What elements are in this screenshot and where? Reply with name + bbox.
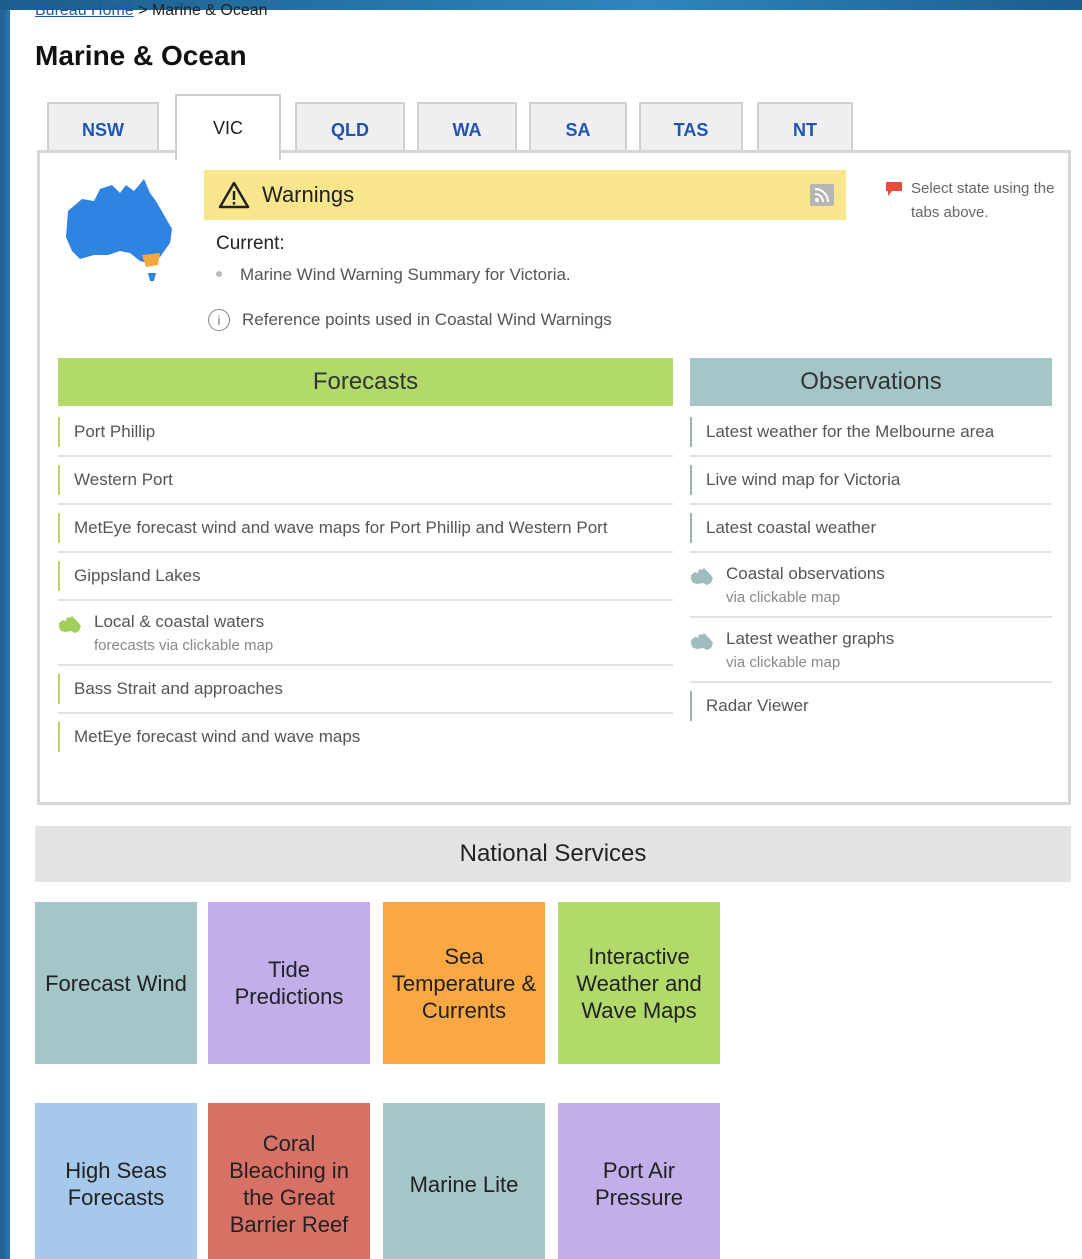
australia-map-icon bbox=[691, 633, 713, 650]
observation-sub: via clickable map bbox=[726, 589, 841, 606]
tile-marine-lite[interactable]: Marine Lite bbox=[383, 1103, 545, 1259]
page-title: Marine & Ocean bbox=[35, 40, 247, 71]
breadcrumb-separator: > bbox=[133, 2, 152, 19]
rss-icon[interactable] bbox=[810, 184, 834, 206]
list-item[interactable]: Latest weather for the Melbourne area bbox=[690, 409, 1052, 457]
item-bar bbox=[58, 417, 60, 447]
observation-link[interactable]: Latest weather graphs bbox=[726, 618, 1052, 654]
observation-sub: via clickable map bbox=[726, 654, 841, 671]
australia-map-icon bbox=[59, 616, 81, 633]
observations-heading: Observations bbox=[690, 358, 1052, 406]
observation-link[interactable]: Radar Viewer bbox=[706, 683, 1052, 729]
list-item[interactable]: Bass Strait and approaches bbox=[58, 666, 673, 714]
item-bar bbox=[58, 465, 60, 495]
tile-coral-bleaching[interactable]: Coral Bleaching in the Great Barrier Ree… bbox=[208, 1103, 370, 1259]
info-icon: i bbox=[208, 309, 230, 331]
item-bar bbox=[58, 513, 60, 543]
tab-sa[interactable]: SA bbox=[529, 102, 627, 157]
state-note: Select state using the tabs above. bbox=[885, 177, 1070, 225]
tile-port-air-pressure[interactable]: Port Air Pressure bbox=[558, 1103, 720, 1259]
forecasts-heading: Forecasts bbox=[58, 358, 673, 406]
forecast-link[interactable]: Bass Strait and approaches bbox=[74, 666, 673, 712]
tile-high-seas[interactable]: High Seas Forecasts bbox=[35, 1103, 197, 1259]
forecast-link[interactable]: Gippsland Lakes bbox=[74, 553, 673, 599]
list-item[interactable]: Latest weather graphs via clickable map bbox=[690, 618, 1052, 683]
warning-triangle-icon bbox=[218, 181, 250, 209]
bullet-icon bbox=[216, 271, 222, 277]
current-warning-item[interactable]: Marine Wind Warning Summary for Victoria… bbox=[216, 265, 571, 285]
forecast-link[interactable]: Western Port bbox=[74, 457, 673, 503]
current-warning-link[interactable]: Marine Wind Warning Summary for Victoria… bbox=[240, 265, 571, 284]
reference-points-link[interactable]: i Reference points used in Coastal Wind … bbox=[208, 309, 612, 331]
observation-link[interactable]: Coastal observations bbox=[726, 553, 1052, 589]
tab-wa[interactable]: WA bbox=[417, 102, 517, 157]
forecast-link[interactable]: Port Phillip bbox=[74, 409, 673, 455]
australia-map-icon bbox=[691, 568, 713, 585]
tab-tas[interactable]: TAS bbox=[639, 102, 743, 157]
tab-vic[interactable]: VIC bbox=[175, 94, 281, 160]
list-item[interactable]: Latest coastal weather bbox=[690, 505, 1052, 553]
item-bar bbox=[58, 561, 60, 591]
list-item[interactable]: MetEye forecast wind and wave maps for P… bbox=[58, 505, 673, 553]
item-bar bbox=[690, 417, 692, 447]
breadcrumb: Bureau Home > Marine & Ocean bbox=[35, 2, 268, 20]
list-item[interactable]: Port Phillip bbox=[58, 409, 673, 457]
state-panel: Warnings Select state using the tabs abo… bbox=[37, 150, 1071, 805]
list-item[interactable]: Radar Viewer bbox=[690, 683, 1052, 729]
list-item[interactable]: Local & coastal waters forecasts via cli… bbox=[58, 601, 673, 666]
tile-sea-temperature[interactable]: Sea Temperature & Currents bbox=[383, 902, 545, 1064]
observation-link[interactable]: Live wind map for Victoria bbox=[706, 457, 1052, 503]
warnings-label: Warnings bbox=[262, 182, 355, 207]
state-note-text: Select state using the tabs above. bbox=[911, 180, 1055, 221]
forecast-link[interactable]: MetEye forecast wind and wave maps for P… bbox=[74, 505, 673, 551]
forecast-link[interactable]: MetEye forecast wind and wave maps bbox=[74, 714, 673, 760]
tab-nt[interactable]: NT bbox=[757, 102, 853, 157]
forecast-link[interactable]: Local & coastal waters bbox=[94, 601, 673, 637]
national-services-heading: National Services bbox=[35, 826, 1071, 882]
breadcrumb-home-link[interactable]: Bureau Home bbox=[35, 2, 134, 19]
red-flag-icon bbox=[886, 182, 902, 196]
tile-forecast-wind[interactable]: Forecast Wind bbox=[35, 902, 197, 1064]
observation-link[interactable]: Latest weather for the Melbourne area bbox=[706, 409, 1052, 455]
current-label: Current: bbox=[216, 233, 285, 254]
item-bar bbox=[58, 674, 60, 704]
page-frame: Bureau Home > Marine & Ocean Marine & Oc… bbox=[10, 2, 1082, 1259]
tile-tide-predictions[interactable]: Tide Predictions bbox=[208, 902, 370, 1064]
item-bar bbox=[690, 513, 692, 543]
list-item[interactable]: Gippsland Lakes bbox=[58, 553, 673, 601]
forecast-sub: forecasts via clickable map bbox=[94, 637, 274, 654]
tile-interactive-maps[interactable]: Interactive Weather and Wave Maps bbox=[558, 902, 720, 1064]
list-item[interactable]: Live wind map for Victoria bbox=[690, 457, 1052, 505]
reference-points-label[interactable]: Reference points used in Coastal Wind Wa… bbox=[242, 310, 612, 330]
forecast-list: Port Phillip Western Port MetEye forecas… bbox=[58, 409, 673, 760]
breadcrumb-current: Marine & Ocean bbox=[151, 2, 268, 19]
list-item[interactable]: MetEye forecast wind and wave maps bbox=[58, 714, 673, 760]
observation-link[interactable]: Latest coastal weather bbox=[706, 505, 1052, 551]
item-bar bbox=[690, 465, 692, 495]
item-bar bbox=[690, 691, 692, 721]
list-item[interactable]: Western Port bbox=[58, 457, 673, 505]
item-bar bbox=[58, 722, 60, 752]
observation-list: Latest weather for the Melbourne area Li… bbox=[690, 409, 1052, 729]
australia-map-icon bbox=[66, 179, 172, 281]
list-item[interactable]: Coastal observations via clickable map bbox=[690, 553, 1052, 618]
tab-nsw[interactable]: NSW bbox=[47, 102, 159, 157]
tab-qld[interactable]: QLD bbox=[295, 102, 405, 157]
warnings-bar[interactable]: Warnings bbox=[204, 170, 846, 220]
rss-glyph-icon bbox=[814, 188, 829, 203]
